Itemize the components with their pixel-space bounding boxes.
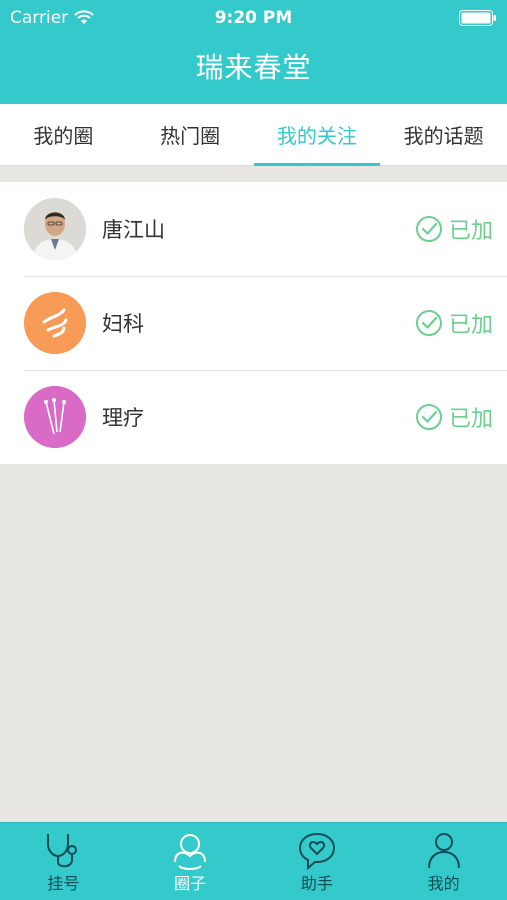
item-name: 理疗 (102, 406, 144, 430)
tab-my-topics[interactable]: 我的话题 (380, 104, 507, 165)
page-title: 瑞来春堂 (195, 51, 312, 84)
circle-people-icon (174, 833, 207, 870)
tab-popular-circles[interactable]: 热门圈 (127, 104, 254, 165)
check-circle-icon (415, 216, 442, 242)
heart-chat-icon (298, 832, 335, 870)
nav-circles-label: 圈子 (174, 873, 207, 893)
doctor-photo-avatar (24, 198, 86, 260)
tab-bar: 我的圈 热门圈 我的关注 我的话题 (0, 104, 507, 166)
joined-label: 已加 (448, 313, 493, 338)
battery-icon (459, 10, 496, 26)
nav-register-label: 挂号 (47, 873, 80, 893)
status-time: 9:20 PM (214, 8, 293, 28)
joined-status[interactable]: 已加 (415, 213, 493, 245)
gynecology-icon (24, 292, 86, 354)
nav-circles[interactable]: 圈子 (127, 823, 254, 900)
nav-assistant-label: 助手 (300, 873, 333, 893)
item-name: 唐江山 (102, 218, 165, 242)
tab-my-circles[interactable]: 我的圈 (0, 104, 127, 165)
following-list: 唐江山 已加 妇科 已加 理疗 已加 (0, 182, 507, 464)
tab-my-following[interactable]: 我的关注 (253, 104, 381, 166)
list-item[interactable]: 唐江山 已加 (0, 182, 507, 276)
joined-status[interactable]: 已加 (415, 401, 493, 433)
check-circle-icon (415, 310, 442, 336)
joined-label: 已加 (448, 219, 493, 244)
bottom-nav: 挂号 圈子 助手 我的 (0, 822, 507, 900)
joined-status[interactable]: 已加 (415, 307, 493, 339)
nav-register[interactable]: 挂号 (0, 823, 127, 900)
acupuncture-needles-icon (24, 386, 86, 448)
stethoscope-icon (47, 833, 78, 867)
app-header: Carrier 9:20 PM 瑞来春堂 (0, 0, 507, 104)
list-item[interactable]: 理疗 已加 (0, 370, 507, 464)
status-bar: Carrier 9:20 PM (0, 0, 507, 36)
user-icon (427, 832, 460, 868)
nav-assistant[interactable]: 助手 (254, 823, 381, 900)
joined-label: 已加 (448, 407, 493, 432)
nav-mine-label: 我的 (427, 873, 460, 893)
item-name: 妇科 (102, 312, 144, 336)
check-circle-icon (415, 404, 442, 430)
nav-mine[interactable]: 我的 (380, 823, 507, 900)
list-item[interactable]: 妇科 已加 (0, 276, 507, 370)
